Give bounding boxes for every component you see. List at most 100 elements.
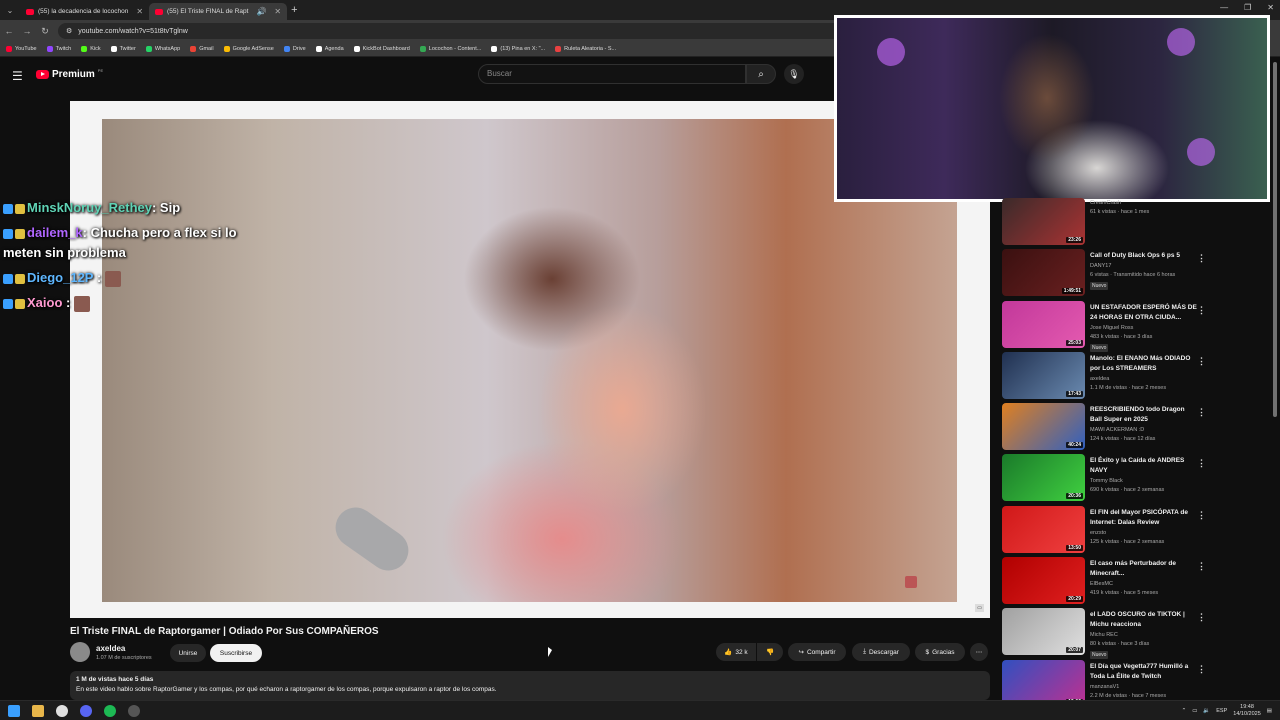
video-thumbnail[interactable]: 20:07 [1002, 608, 1085, 656]
minimize-icon[interactable]: — [1220, 3, 1228, 12]
recommended-video[interactable]: 25:03 UN ESTAFADOR ESPERÓ MÁS DE 24 HORAS… [1002, 300, 1208, 352]
recommended-video[interactable]: 20:07 el LADO OSCURO de TIKTOK | Michu re… [1002, 608, 1208, 660]
bookmark-item[interactable]: WhatsApp [145, 46, 180, 52]
video-thumbnail[interactable]: 20:36 [1002, 454, 1085, 502]
more-options-icon[interactable]: ⋮ [1197, 612, 1206, 623]
share-button[interactable]: ↪ Compartir [788, 643, 846, 661]
recommended-title[interactable]: Call of Duty Black Ops 6 ps 5 [1090, 251, 1198, 261]
language-indicator[interactable]: ESP [1216, 708, 1227, 714]
recommended-title[interactable]: El Día que Vegetta777 Humilló a Toda La … [1090, 662, 1198, 682]
recommended-title[interactable]: el LADO OSCURO de TIKTOK | Michu reaccio… [1090, 610, 1198, 630]
audio-icon[interactable]: 🔊 [256, 7, 266, 16]
tray-chevron-icon[interactable]: ⌃ [1182, 708, 1187, 714]
recommended-channel[interactable]: manzanaV1 [1090, 684, 1119, 690]
tab-search-icon[interactable]: ⌄ [0, 0, 20, 20]
video-thumbnail[interactable]: 13:50 [1002, 505, 1085, 553]
bookmark-item[interactable]: YouTube [6, 46, 37, 52]
recommended-title[interactable]: Manolo: El ENANO Más ODIADO por Los STRE… [1090, 354, 1198, 374]
video-thumbnail[interactable]: 25:03 [1002, 300, 1085, 348]
more-options-icon[interactable]: ⋮ [1197, 664, 1206, 675]
more-options-icon[interactable]: ⋮ [1197, 356, 1206, 367]
file-explorer-icon[interactable] [32, 705, 44, 717]
forward-icon[interactable]: → [18, 26, 36, 36]
download-button[interactable]: ⤓ Descargar [852, 643, 910, 661]
bookmark-item[interactable]: KickBot Dashboard [353, 46, 410, 52]
subscribe-button[interactable]: Suscribirse [210, 644, 262, 662]
bookmark-item[interactable]: Locochon - Content... [419, 46, 481, 52]
video-thumbnail[interactable]: 40:24 [1002, 403, 1085, 451]
recommended-channel[interactable]: Tommy Black [1090, 478, 1123, 484]
new-tab-button[interactable]: + [291, 4, 297, 16]
video-thumbnail[interactable]: 1:49:51 [1002, 249, 1085, 297]
more-options-icon[interactable]: ⋮ [1197, 407, 1206, 418]
reload-icon[interactable]: ↻ [36, 26, 54, 37]
windows-start-icon[interactable] [8, 705, 20, 717]
channel-name[interactable]: axeldea [96, 644, 125, 653]
bookmark-item[interactable]: Twitter [110, 46, 136, 52]
volume-icon[interactable]: 🔉 [1203, 708, 1210, 714]
recommended-channel[interactable]: DANY17 [1090, 263, 1111, 269]
menu-icon[interactable]: ☰ [12, 69, 23, 83]
bookmark-item[interactable]: Gmail [190, 46, 214, 52]
maximize-icon[interactable]: ❐ [1244, 3, 1251, 12]
bookmark-item[interactable]: (13) Pina en X: "... [491, 46, 545, 52]
video-thumbnail[interactable]: 17:43 [1002, 351, 1085, 399]
spotify-icon[interactable] [104, 705, 116, 717]
search-input[interactable]: Buscar [478, 64, 746, 84]
channel-avatar[interactable] [70, 642, 90, 662]
more-actions-button[interactable]: ⋯ [970, 643, 988, 661]
recommended-title[interactable]: REESCRIBIENDO todo Dragon Ball Super en … [1090, 405, 1198, 425]
recommended-title[interactable]: El caso más Perturbador de Minecraft... [1090, 559, 1198, 579]
site-info-icon[interactable]: ⚙ [66, 27, 72, 35]
close-tab-icon[interactable]: ✕ [274, 7, 281, 16]
more-options-icon[interactable]: ⋮ [1197, 561, 1206, 572]
description-box[interactable]: 1 M de vistas hace 5 días En este video … [70, 671, 990, 700]
bookmark-item[interactable]: Ruleta Aleatoria - S... [555, 46, 616, 52]
recommended-title[interactable]: El FIN del Mayor PSICÓPATA de Internet: … [1090, 508, 1198, 528]
recommended-channel[interactable]: CreamCrash [1090, 200, 1121, 206]
youtube-logo[interactable]: Premium PE [36, 68, 103, 80]
bookmark-item[interactable]: Kick [81, 46, 101, 52]
recommended-video[interactable]: 13:50 El FIN del Mayor PSICÓPATA de Inter… [1002, 505, 1208, 557]
microphone-icon[interactable]: 🎙 [784, 64, 804, 84]
more-options-icon[interactable]: ⋮ [1197, 305, 1206, 316]
bookmark-item[interactable]: Agenda [315, 46, 344, 52]
search-icon[interactable]: ⌕ [746, 64, 776, 84]
bookmark-item[interactable]: Google AdSense [223, 46, 274, 52]
bookmark-item[interactable]: Twitch [46, 46, 71, 52]
close-tab-icon[interactable]: ✕ [136, 7, 143, 16]
video-thumbnail[interactable]: 23:26 [1002, 198, 1085, 245]
network-icon[interactable]: ▭ [1192, 708, 1197, 714]
recommended-channel[interactable]: MAWI ACKERMAN :D [1090, 427, 1144, 433]
recommended-title[interactable]: UN ESTAFADOR ESPERÓ MÁS DE 24 HORAS EN O… [1090, 303, 1198, 323]
clock[interactable]: 19:48 14/10/2025 [1233, 704, 1261, 718]
recommended-title[interactable]: El Éxito y la Caída de ANDRES NAVY [1090, 456, 1198, 476]
recommended-video[interactable]: 20:29 El caso más Perturbador de Minecraf… [1002, 557, 1208, 608]
recommended-video[interactable]: 40:24 REESCRIBIENDO todo Dragon Ball Supe… [1002, 403, 1208, 454]
recommended-video[interactable]: 20:36 El Éxito y la Caída de ANDRES NAVY T… [1002, 454, 1208, 505]
channel-watermark-icon[interactable]: ▭ [975, 604, 984, 612]
recommended-video[interactable]: 23:26 CreamCrash 61 k vistas · hace 1 mes [1002, 198, 1208, 249]
recommended-video[interactable]: 1:49:51 Call of Duty Black Ops 6 ps 5 DANY… [1002, 249, 1208, 300]
chrome-icon[interactable] [56, 705, 68, 717]
video-thumbnail[interactable]: 20:29 [1002, 557, 1085, 605]
obs-icon[interactable] [128, 705, 140, 717]
dislike-button[interactable]: 👎 [757, 643, 783, 661]
recommended-video[interactable]: 17:43 Manolo: El ENANO Más ODIADO por Los… [1002, 351, 1208, 403]
back-icon[interactable]: ← [0, 26, 18, 36]
recommended-channel[interactable]: Jose Miguel Ross [1090, 325, 1133, 331]
more-options-icon[interactable]: ⋮ [1197, 458, 1206, 469]
recommended-channel[interactable]: ElBesMC [1090, 581, 1113, 587]
recommended-channel[interactable]: enzsto [1090, 530, 1106, 536]
recommended-channel[interactable]: Michu REC [1090, 632, 1118, 638]
discord-icon[interactable] [80, 705, 92, 717]
like-button[interactable]: 👍 32 k [716, 643, 756, 661]
page-scrollbar[interactable] [1273, 62, 1277, 417]
recommended-channel[interactable]: axeldea [1090, 376, 1109, 382]
bookmark-item[interactable]: Drive [283, 46, 306, 52]
thanks-button[interactable]: $ Gracias [915, 643, 965, 661]
notifications-icon[interactable]: ▤ [1267, 708, 1272, 714]
more-options-icon[interactable]: ⋮ [1197, 253, 1206, 264]
join-button[interactable]: Unirse [170, 644, 206, 662]
more-options-icon[interactable]: ⋮ [1197, 510, 1206, 521]
